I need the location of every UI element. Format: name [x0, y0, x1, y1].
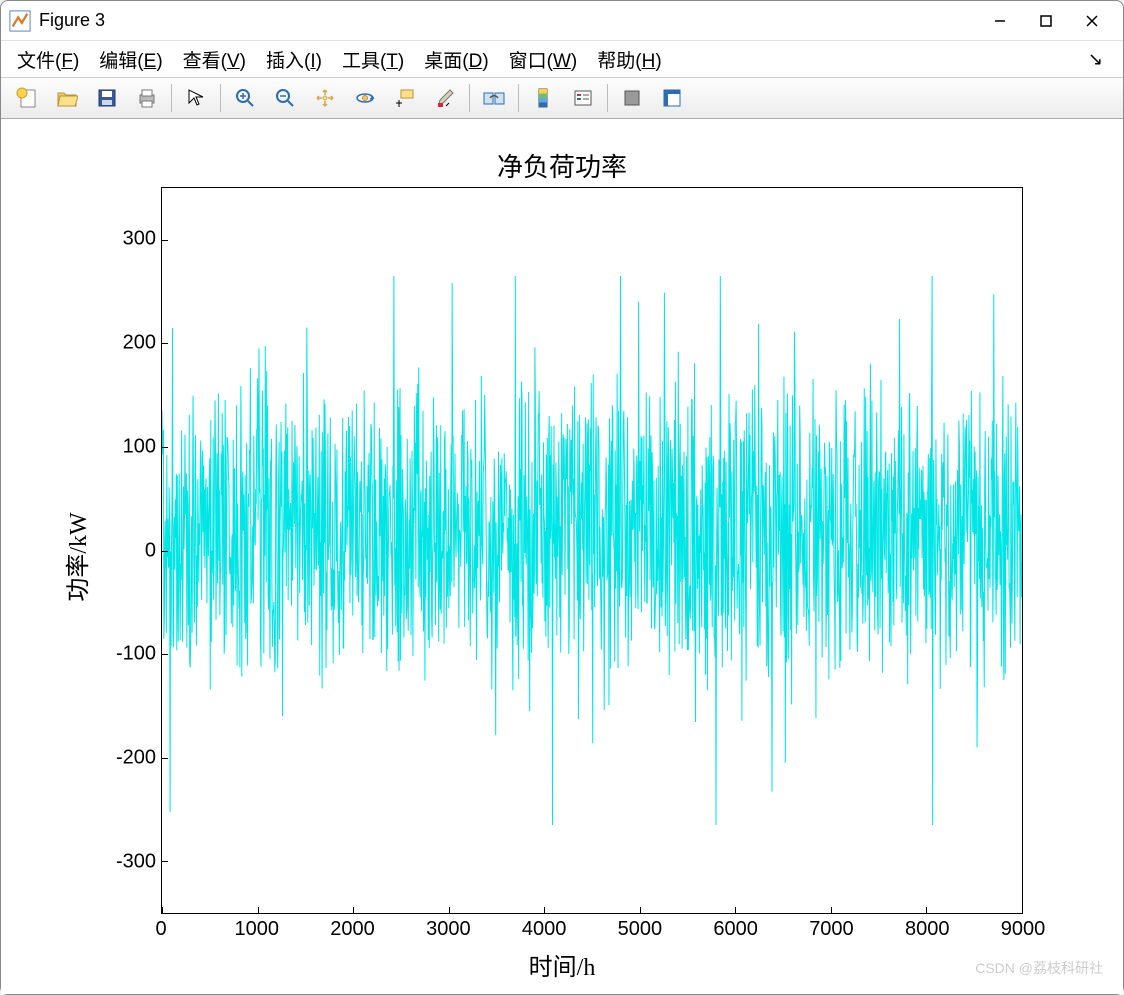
toolbar-separator: [607, 84, 608, 112]
y-axis-ticks: -300 -200 -100 0 100 200 300: [101, 187, 156, 914]
menu-edit[interactable]: 编辑(E): [91, 42, 170, 77]
zoom-out-button[interactable]: [267, 81, 303, 115]
print-button[interactable]: [129, 81, 165, 115]
x-tick-label: 3000: [426, 918, 471, 941]
toolbar-separator: [171, 84, 172, 112]
axes[interactable]: [161, 187, 1023, 914]
x-tick-label: 0: [155, 918, 166, 941]
watermark: CSDN @荔枝科研社: [975, 958, 1103, 978]
y-tick-label: 100: [101, 435, 156, 458]
menu-file[interactable]: 文件(F): [9, 42, 87, 77]
toolbar-separator: [518, 84, 519, 112]
chart-container: 净负荷功率 功率/kW 时间/h -300-200-1000100200300 …: [11, 129, 1113, 984]
close-button[interactable]: [1069, 5, 1115, 37]
data-cursor-button[interactable]: [387, 81, 423, 115]
new-figure-button[interactable]: [9, 81, 45, 115]
titlebar[interactable]: Figure 3: [1, 1, 1123, 41]
minimize-button[interactable]: [977, 5, 1023, 37]
zoom-in-button[interactable]: [227, 81, 263, 115]
x-tick-label: 7000: [809, 918, 854, 941]
line-series: [162, 188, 1022, 913]
hide-tools-button[interactable]: [614, 81, 650, 115]
menu-more-icon[interactable]: ↘: [1088, 49, 1115, 70]
menu-tools[interactable]: 工具(T): [334, 42, 412, 77]
menu-window[interactable]: 窗口(W): [501, 42, 586, 77]
chart-title: 净负荷功率: [11, 147, 1113, 184]
legend-button[interactable]: [565, 81, 601, 115]
y-tick-label: 200: [101, 331, 156, 354]
show-tools-button[interactable]: [654, 81, 690, 115]
y-tick-label: -200: [101, 747, 156, 770]
menu-insert[interactable]: 插入(I): [258, 42, 330, 77]
y-tick-label: -300: [101, 851, 156, 874]
save-button[interactable]: [89, 81, 125, 115]
rotate-3d-button[interactable]: [347, 81, 383, 115]
edit-plot-button[interactable]: [178, 81, 214, 115]
maximize-button[interactable]: [1023, 5, 1069, 37]
toolbar-separator: [469, 84, 470, 112]
x-tick-label: 5000: [618, 918, 663, 941]
x-tick-label: 9000: [1001, 918, 1046, 941]
x-tick-label: 2000: [330, 918, 375, 941]
x-tick-label: 6000: [713, 918, 758, 941]
x-axis-ticks: 0100020003000400050006000700080009000: [161, 918, 1023, 946]
window-controls: [977, 5, 1115, 37]
figure-window: Figure 3 文件(F) 编辑(E) 查看(V) 插入(I) 工具(T) 桌…: [0, 0, 1124, 995]
x-axis-label: 时间/h: [11, 947, 1113, 982]
pan-button[interactable]: [307, 81, 343, 115]
colorbar-button[interactable]: [525, 81, 561, 115]
x-tick-label: 8000: [905, 918, 950, 941]
plot-area[interactable]: 净负荷功率 功率/kW 时间/h -300-200-1000100200300 …: [1, 119, 1123, 994]
y-tick-label: 300: [101, 227, 156, 250]
y-tick-label: -100: [101, 643, 156, 666]
brush-button[interactable]: [427, 81, 463, 115]
open-file-button[interactable]: [49, 81, 85, 115]
window-title: Figure 3: [39, 10, 977, 31]
x-tick-label: 1000: [235, 918, 280, 941]
menu-desktop[interactable]: 桌面(D): [416, 42, 496, 77]
menu-help[interactable]: 帮助(H): [589, 42, 669, 77]
toolbar-separator: [220, 84, 221, 112]
menu-view[interactable]: 查看(V): [175, 42, 254, 77]
link-plot-button[interactable]: [476, 81, 512, 115]
toolbar: [1, 77, 1123, 119]
y-axis-label: 功率/kW: [58, 512, 93, 601]
menubar: 文件(F) 编辑(E) 查看(V) 插入(I) 工具(T) 桌面(D) 窗口(W…: [1, 41, 1123, 77]
x-tick-label: 4000: [522, 918, 567, 941]
y-tick-label: 0: [101, 539, 156, 562]
matlab-icon: [9, 10, 31, 32]
